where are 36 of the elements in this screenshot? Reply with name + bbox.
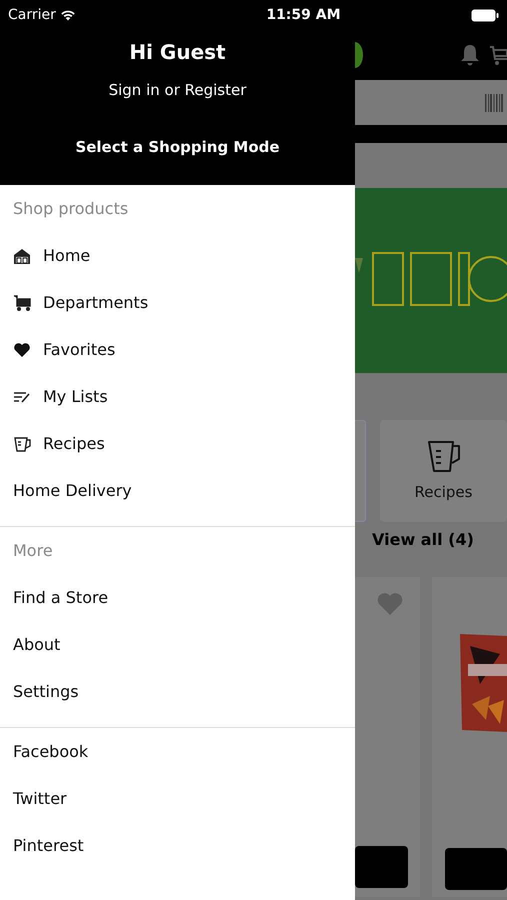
clock: 11:59 AM [266,6,341,24]
product-card[interactable] [355,577,420,897]
cart-icon[interactable] [489,43,507,67]
menu-item[interactable]: Favorites [43,338,116,362]
menu-item[interactable]: Twitter [13,786,67,810]
heart-icon [13,340,31,358]
view-all-link[interactable]: View all (4) [372,528,474,552]
logo-icon [355,42,363,68]
greeting: Hi Guest [129,39,226,66]
product-card[interactable] [432,577,507,897]
shopping-mode-link[interactable]: Select a Shopping Mode [75,136,280,158]
menu-item[interactable]: Home [43,244,90,268]
heart-icon[interactable] [376,592,404,616]
barcode-icon[interactable] [485,94,503,112]
menu-item[interactable]: Recipes [43,432,105,456]
category-tile[interactable] [355,420,366,522]
home-icon [13,246,31,264]
cart-icon [13,294,31,312]
sign-in-link[interactable]: Sign in or Register [108,79,246,102]
menu-item[interactable]: About [13,632,60,656]
menu-item[interactable]: Pinterest [13,834,84,858]
measuring-cup-icon [13,434,31,452]
menu-item[interactable]: My Lists [43,384,108,408]
menu-item[interactable]: Home Delivery [13,478,132,502]
carrier-label: Carrier [8,6,56,24]
menu-item[interactable]: Departments [43,290,148,314]
section-header: More [12,540,54,562]
menu-item[interactable]: Facebook [13,740,88,764]
measuring-cup-icon [426,438,462,473]
menu-item[interactable]: Find a Store [13,586,108,610]
wifi-icon [60,9,76,21]
menu-item[interactable]: Settings [13,680,79,704]
battery-icon [470,8,499,22]
section-header: Shop products [12,198,130,220]
recipes-tile[interactable]: Recipes [380,420,507,522]
bell-icon[interactable] [459,43,481,67]
